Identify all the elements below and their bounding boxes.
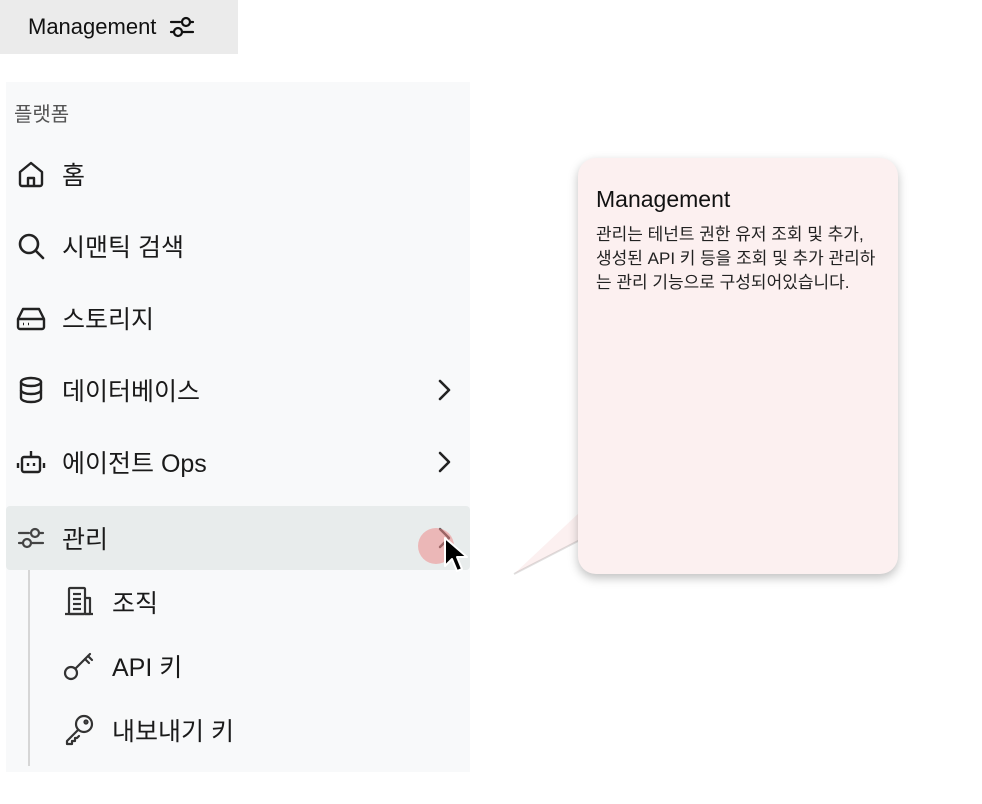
export-key-icon — [62, 712, 98, 748]
sidebar-item-database[interactable]: 데이터베이스 — [6, 358, 470, 422]
chevron-right-icon[interactable] — [430, 376, 458, 404]
sidebar-item-home[interactable]: 홈 — [6, 142, 470, 206]
tooltip-tail — [513, 512, 581, 575]
storage-icon — [14, 301, 48, 335]
sidebar-subitem-label: API 키 — [112, 654, 183, 682]
sidebar-item-label: 스토리지 — [62, 306, 155, 334]
robot-icon — [14, 445, 48, 479]
sliders-icon — [168, 13, 196, 41]
sidebar-item-label: 관리 — [62, 526, 109, 554]
building-icon — [62, 584, 98, 620]
sidebar: 플랫폼 홈 시맨틱 검색 스토리지 데이터베이스 에이전트 Ops 관리 조직 … — [6, 82, 470, 772]
sliders-icon — [14, 521, 48, 555]
sidebar-item-management[interactable]: 관리 — [6, 506, 470, 570]
search-icon — [14, 229, 48, 263]
tooltip-card: Management 관리는 테넌트 권한 유저 조회 및 추가, 생성된 AP… — [578, 158, 898, 574]
key-icon — [62, 648, 98, 684]
sidebar-item-label: 시맨틱 검색 — [62, 234, 184, 262]
submenu-guide-line — [28, 570, 30, 766]
sidebar-subitem-export-key[interactable]: 내보내기 키 — [62, 700, 234, 760]
management-chip[interactable]: Management — [0, 0, 238, 54]
sidebar-item-agent-ops[interactable]: 에이전트 Ops — [6, 430, 470, 494]
sidebar-subitem-label: 조직 — [112, 590, 159, 618]
sidebar-subitem-label: 내보내기 키 — [112, 718, 234, 746]
sidebar-item-label: 데이터베이스 — [62, 378, 201, 406]
sidebar-item-label: 홈 — [62, 162, 86, 190]
section-title: 플랫폼 — [14, 104, 70, 126]
sidebar-item-semantic-search[interactable]: 시맨틱 검색 — [6, 214, 470, 278]
sidebar-subitem-api-key[interactable]: API 키 — [62, 636, 182, 696]
tooltip-body: 관리는 테넌트 권한 유저 조회 및 추가, 생성된 API 키 등을 조회 및… — [596, 225, 876, 292]
home-icon — [14, 157, 48, 191]
management-chip-label: Management — [28, 14, 157, 39]
mouse-cursor-icon — [444, 537, 468, 572]
tooltip-title: Management — [596, 186, 731, 212]
sidebar-subitem-organization[interactable]: 조직 — [62, 572, 158, 632]
chevron-right-icon[interactable] — [430, 448, 458, 476]
sidebar-item-label: 에이전트 Ops — [62, 450, 207, 478]
database-icon — [14, 373, 48, 407]
sidebar-item-storage[interactable]: 스토리지 — [6, 286, 470, 350]
